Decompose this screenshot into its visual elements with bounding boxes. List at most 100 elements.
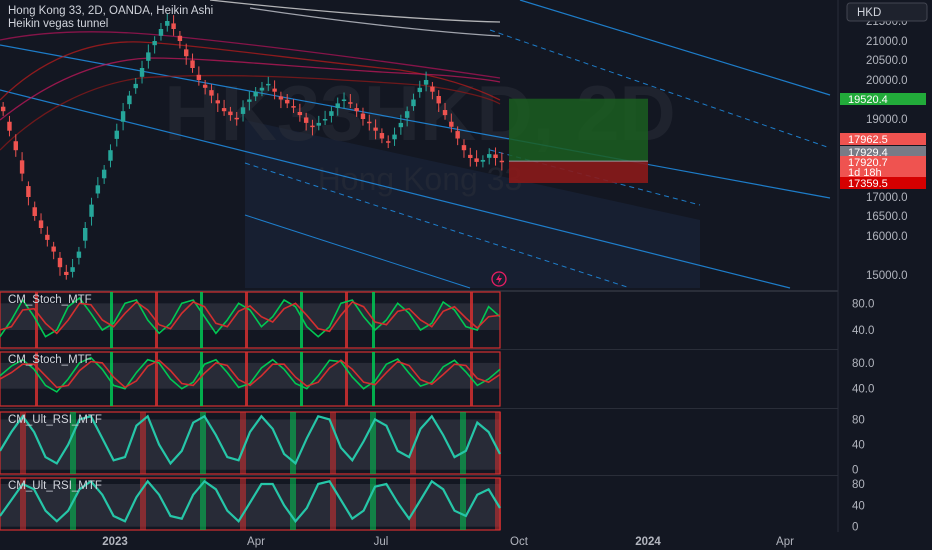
candle-body[interactable] <box>297 111 303 116</box>
candle-body[interactable] <box>310 125 315 128</box>
time-tick-label: Jul <box>374 536 389 548</box>
oscillator-tick-label: 40.0 <box>852 325 874 337</box>
oscillator-title: CM_Ult_RSI_MTF <box>8 414 102 426</box>
pane-separator[interactable] <box>0 408 838 409</box>
candle-body[interactable] <box>468 154 473 158</box>
candle-body[interactable] <box>190 60 195 68</box>
candle-body[interactable] <box>209 90 214 96</box>
candle-body[interactable] <box>19 160 25 174</box>
candle-body[interactable] <box>38 220 44 228</box>
candle-body[interactable] <box>348 102 353 104</box>
candle-body[interactable] <box>158 29 164 36</box>
candle-body[interactable] <box>45 234 50 240</box>
candle-body[interactable] <box>335 103 340 109</box>
candle-body[interactable] <box>285 99 290 104</box>
candle-body[interactable] <box>474 158 479 162</box>
candle-body[interactable] <box>89 204 94 217</box>
candle-body[interactable] <box>247 99 252 102</box>
candle-body[interactable] <box>442 110 448 116</box>
candle-body[interactable] <box>341 99 347 102</box>
position-stop-zone[interactable] <box>509 161 648 183</box>
candle-body[interactable] <box>114 130 119 139</box>
candle-body[interactable] <box>95 185 101 194</box>
candle-body[interactable] <box>51 246 56 252</box>
candle-body[interactable] <box>133 83 138 89</box>
candle-body[interactable] <box>253 91 258 97</box>
candle-body[interactable] <box>184 49 189 57</box>
candle-body[interactable] <box>13 141 18 151</box>
candle-body[interactable] <box>430 86 435 92</box>
candle-body[interactable] <box>139 68 145 77</box>
oscillator-tick-label: 40.0 <box>852 384 874 396</box>
candle-body[interactable] <box>404 111 410 118</box>
position-profit-zone[interactable] <box>509 98 648 162</box>
candle-body[interactable] <box>101 169 107 179</box>
candle-body[interactable] <box>455 131 460 139</box>
signal-bar <box>155 352 158 406</box>
candle-body[interactable] <box>272 88 277 92</box>
candle-body[interactable] <box>83 228 88 241</box>
candle-body[interactable] <box>146 52 151 61</box>
candle-body[interactable] <box>423 80 429 85</box>
pane-separator[interactable] <box>0 475 838 476</box>
price-label: 19520.4 <box>848 94 888 106</box>
pane-separator[interactable] <box>0 349 838 350</box>
candle-body[interactable] <box>379 133 385 139</box>
candle-body[interactable] <box>493 154 498 158</box>
candle-body[interactable] <box>108 150 113 161</box>
candle-body[interactable] <box>165 21 170 26</box>
candle-body[interactable] <box>373 127 378 131</box>
candle-body[interactable] <box>196 74 202 80</box>
candle-body[interactable] <box>64 271 69 275</box>
candle-body[interactable] <box>76 251 82 258</box>
candle-body[interactable] <box>316 122 321 126</box>
time-tick-label: Oct <box>510 536 529 548</box>
candle-body[interactable] <box>392 134 397 140</box>
oscillator-tick-label: 80.0 <box>852 298 874 310</box>
candle-body[interactable] <box>0 106 6 112</box>
candle-body[interactable] <box>259 87 265 91</box>
candle-body[interactable] <box>26 186 31 197</box>
candle-body[interactable] <box>278 96 284 100</box>
candle-body[interactable] <box>367 121 372 124</box>
candle-body[interactable] <box>354 108 359 112</box>
candle-body[interactable] <box>120 111 126 122</box>
candle-body[interactable] <box>417 87 422 93</box>
oscillator-tick-label: 0 <box>852 522 858 534</box>
candle-body[interactable] <box>228 111 233 116</box>
candle-body[interactable] <box>411 99 416 107</box>
candle-body[interactable] <box>70 267 75 272</box>
candle-body[interactable] <box>266 83 271 86</box>
trading-chart[interactable]: HK33HKD, 2D Hong Kong 33 CM_Stoch_MTFCM_… <box>0 0 932 550</box>
candle-body[interactable] <box>177 35 183 41</box>
signal-bar <box>200 412 206 474</box>
candle-body[interactable] <box>7 121 12 131</box>
candle-body[interactable] <box>234 117 239 120</box>
candle-body[interactable] <box>499 160 505 163</box>
candle-body[interactable] <box>303 117 309 123</box>
candle-body[interactable] <box>322 119 328 121</box>
candle-body[interactable] <box>329 111 334 116</box>
candle-body[interactable] <box>480 159 486 162</box>
candle-body[interactable] <box>360 113 366 119</box>
candle-body[interactable] <box>291 106 296 108</box>
candle-body[interactable] <box>386 141 391 143</box>
candle-body[interactable] <box>127 95 132 105</box>
candle-body[interactable] <box>57 257 63 268</box>
candle-body[interactable] <box>240 107 246 114</box>
candle-body[interactable] <box>461 145 467 151</box>
candle-body[interactable] <box>215 100 220 104</box>
time-tick-label: Apr <box>776 536 794 548</box>
candle-body[interactable] <box>171 23 176 29</box>
candle-body[interactable] <box>32 207 37 216</box>
candle-body[interactable] <box>398 122 404 128</box>
candle-body[interactable] <box>152 41 157 46</box>
candle-body[interactable] <box>202 84 208 88</box>
candle-body[interactable] <box>487 154 492 158</box>
oscillator-tick-label: 80.0 <box>852 358 874 370</box>
candle-body[interactable] <box>221 108 227 112</box>
candle-body[interactable] <box>449 121 454 127</box>
price-tick-label: 20500.0 <box>866 55 908 67</box>
price-tick-label: 19000.0 <box>866 114 908 126</box>
candle-body[interactable] <box>436 95 441 104</box>
